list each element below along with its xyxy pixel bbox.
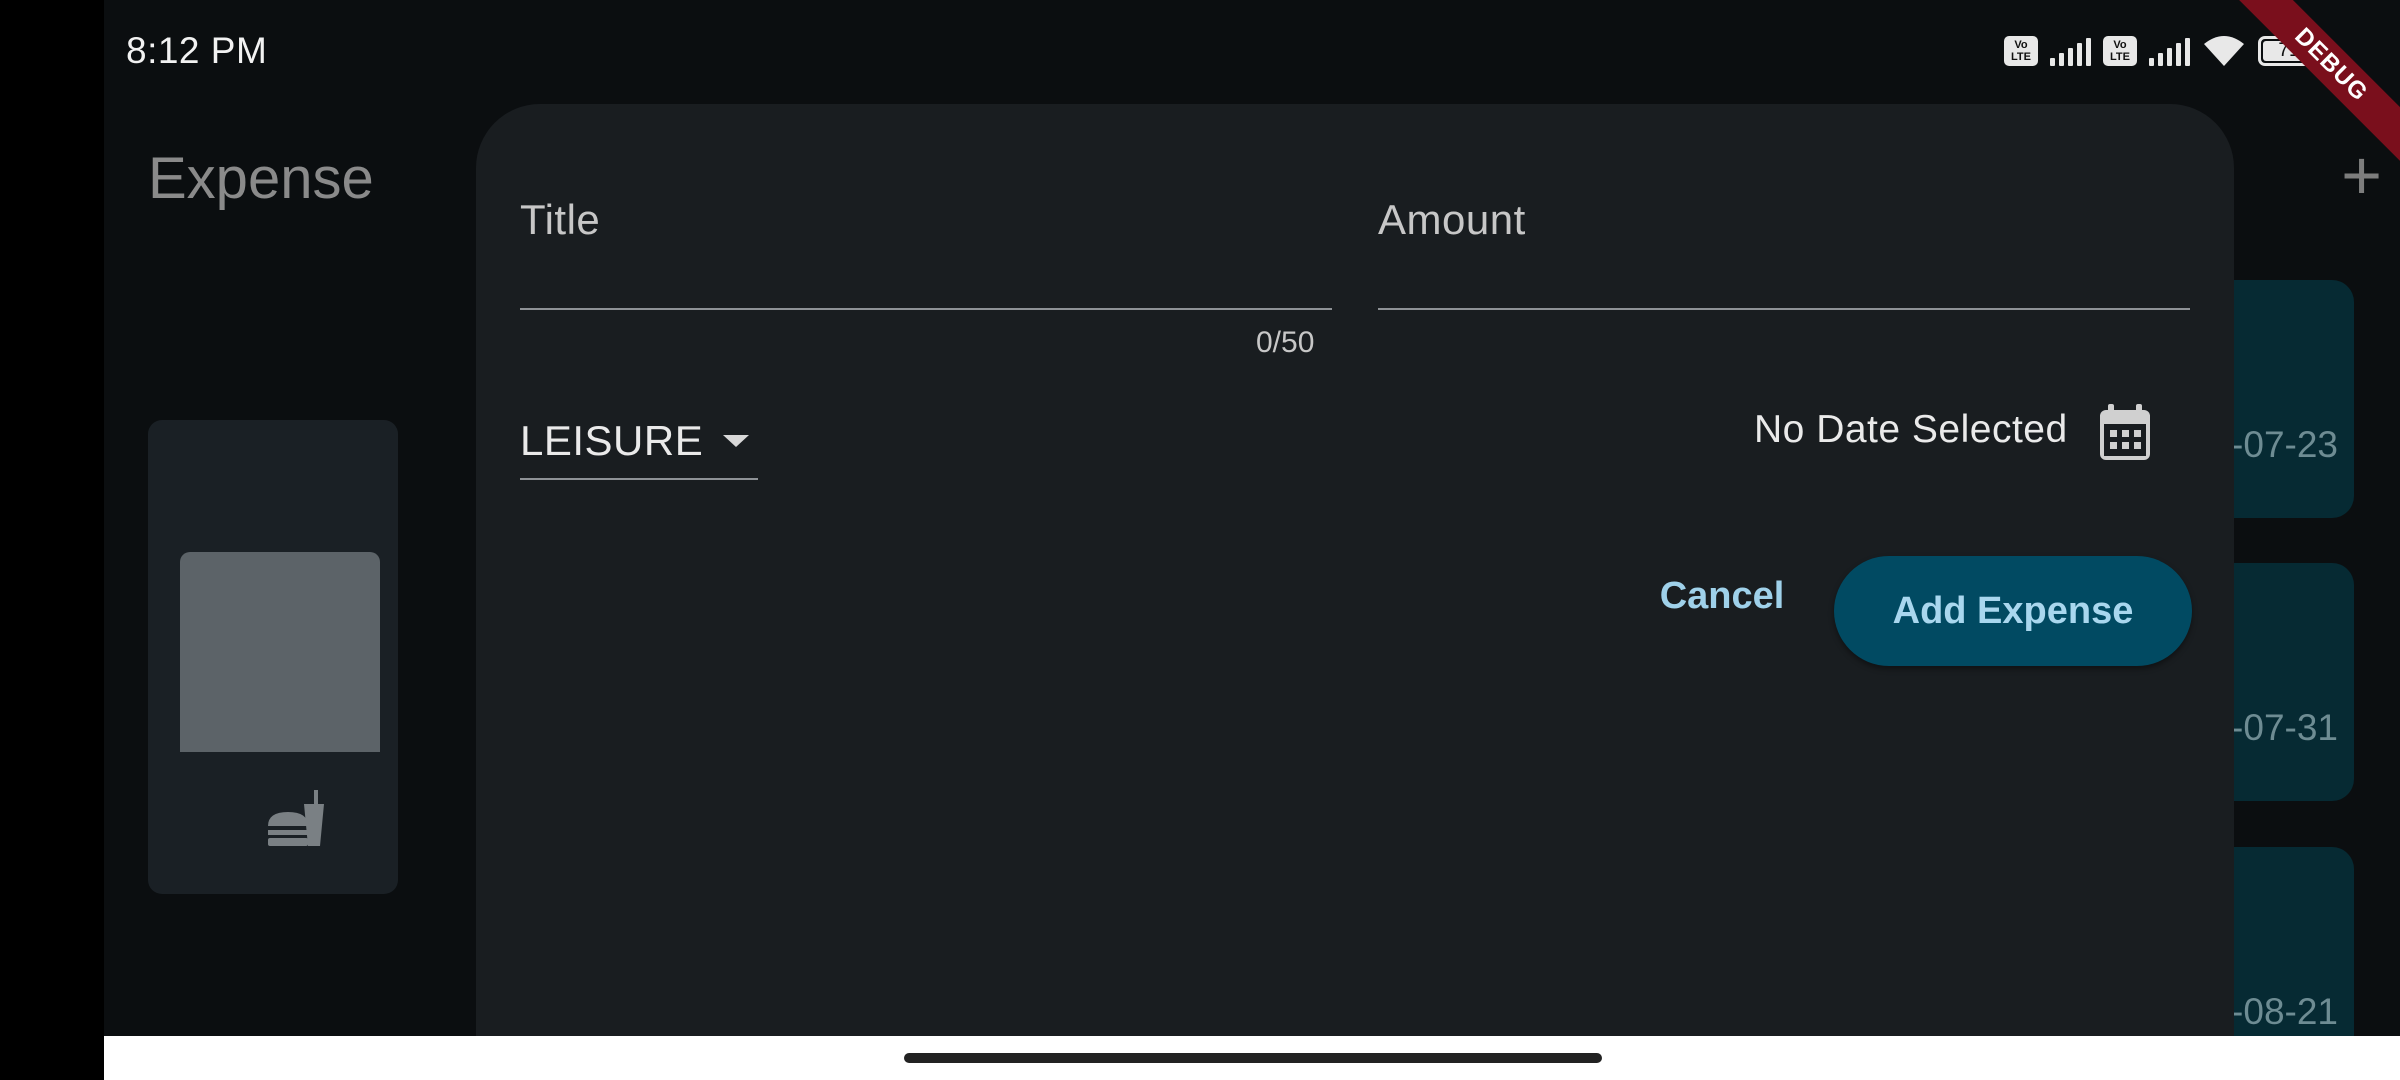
signal-icon: [2050, 36, 2091, 66]
cancel-button[interactable]: Cancel: [1652, 556, 1792, 636]
amount-label: Amount: [1378, 196, 1526, 243]
new-expense-sheet: Title 0/50 Amount LEISURE No Date Select…: [476, 104, 2234, 1036]
selected-date-text: No Date Selected: [1754, 408, 2068, 451]
dropdown-caret-icon: [723, 435, 750, 447]
status-bar: 8:12 PM VoLTE VoLTE 71 DEBUG: [104, 0, 2400, 174]
calendar-icon[interactable]: [2098, 404, 2152, 462]
title-character-counter: 0/50: [1256, 326, 1315, 359]
chart-bar: [180, 552, 380, 752]
food-icon: [268, 790, 324, 846]
left-black-strip: [0, 0, 104, 1080]
volte-icon: Vo LTE: [2004, 36, 2038, 66]
title-label: Title: [520, 196, 601, 243]
system-navigation-bar: [104, 1036, 2400, 1080]
status-icons: VoLTE VoLTE 71: [2004, 34, 2320, 68]
app-screen: 8:12 PM VoLTE VoLTE 71 DEBUG Expense + 2…: [104, 0, 2400, 1036]
volte-icon: Vo LTE: [2103, 36, 2137, 66]
status-time: 8:12 PM: [126, 30, 268, 71]
app-title: Expense: [148, 146, 374, 211]
add-expense-icon[interactable]: +: [2341, 140, 2382, 210]
wifi-icon: [2204, 36, 2244, 66]
title-input[interactable]: Title: [520, 196, 1332, 310]
home-gesture-bar[interactable]: [904, 1053, 1602, 1063]
add-expense-button[interactable]: Add Expense: [1834, 556, 2192, 666]
category-value: LEISURE: [520, 417, 704, 464]
category-dropdown[interactable]: LEISURE: [520, 404, 758, 480]
amount-input[interactable]: Amount: [1378, 196, 2190, 310]
signal-icon: [2149, 36, 2190, 66]
